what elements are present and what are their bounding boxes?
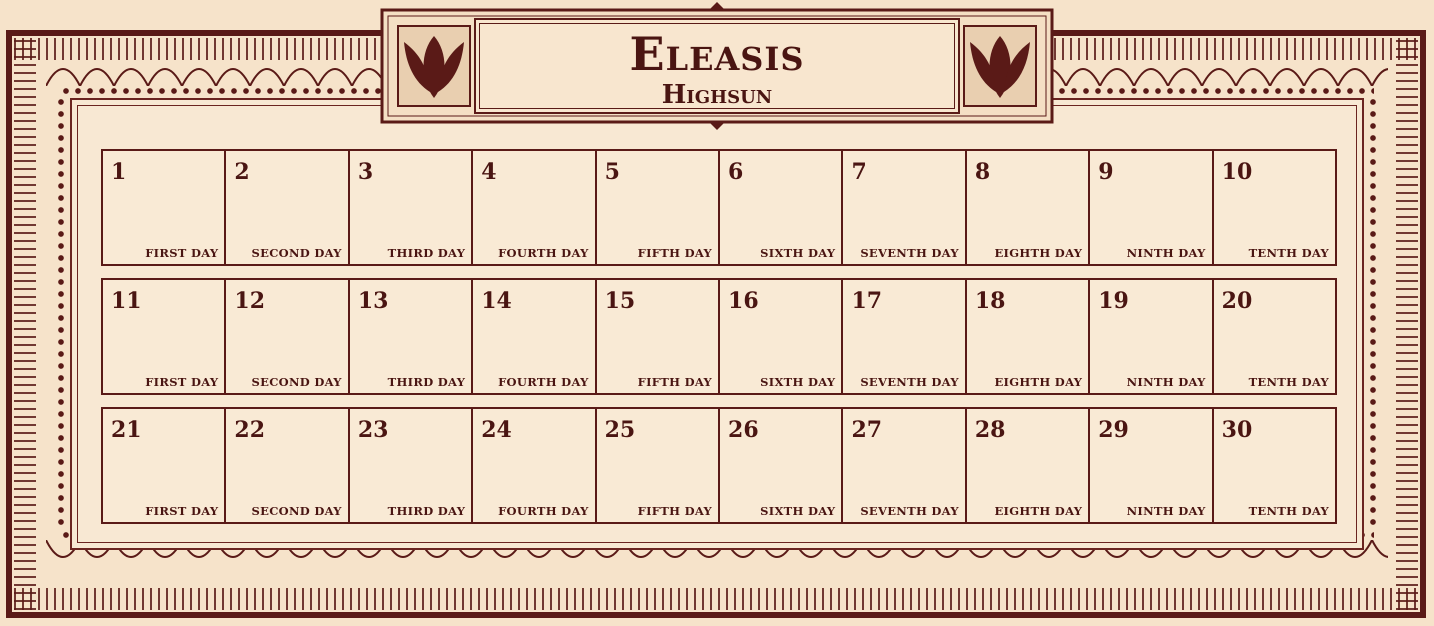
day-name: SIXTH DAY — [760, 504, 836, 518]
week-row: 1 FIRST DAY 2 SECOND DAY 3 THIRD DAY 4 FOURT… — [101, 149, 1337, 266]
day-number: 17 — [851, 288, 883, 314]
day-cell[interactable]: 20 TENTH DAY — [1213, 280, 1336, 393]
day-number: 26 — [728, 417, 759, 443]
day-name: SECOND DAY — [251, 504, 342, 518]
day-cell[interactable]: 3 THIRD DAY — [349, 151, 474, 264]
day-cell[interactable]: 11 FIRST DAY — [103, 280, 227, 393]
title-box: Eleasis Highsun — [474, 18, 960, 114]
week-row: 11 FIRST DAY 12 SECOND DAY 13 THIRD DAY 14 F… — [101, 278, 1337, 395]
day-name: SIXTH DAY — [760, 246, 836, 260]
day-number: 18 — [974, 288, 1006, 314]
day-number: 20 — [1221, 288, 1253, 314]
day-cell[interactable]: 29 NINTH DAY — [1090, 409, 1214, 522]
day-cell[interactable]: 1 FIRST DAY — [103, 151, 227, 264]
day-name: EIGHTH DAY — [994, 504, 1083, 518]
day-cell[interactable]: 27 SEVENTH DAY — [843, 409, 967, 522]
day-cell[interactable]: 4 FOURTH DAY — [473, 151, 597, 264]
day-number: 23 — [357, 417, 389, 443]
day-name: SECOND DAY — [251, 246, 342, 260]
day-cell[interactable]: 10 TENTH DAY — [1213, 151, 1336, 264]
day-number: 5 — [604, 159, 620, 185]
day-cell[interactable]: 28 EIGHTH DAY — [966, 409, 1091, 522]
day-cell[interactable]: 26 SIXTH DAY — [720, 409, 844, 522]
day-name: NINTH DAY — [1126, 246, 1206, 260]
day-cell[interactable]: 2 SECOND DAY — [226, 151, 350, 264]
day-name: FOURTH DAY — [498, 504, 589, 518]
day-cell[interactable]: 22 SECOND DAY — [226, 409, 350, 522]
day-cell[interactable]: 25 FIFTH DAY — [596, 409, 721, 522]
day-name: TENTH DAY — [1248, 246, 1330, 260]
day-number: 15 — [604, 288, 636, 314]
bead-column-left — [56, 96, 66, 530]
day-name: SIXTH DAY — [760, 375, 836, 389]
day-name: SEVENTH DAY — [860, 375, 959, 389]
day-cell[interactable]: 23 THIRD DAY — [349, 409, 474, 522]
day-number: 9 — [1098, 159, 1114, 185]
day-cell[interactable]: 14 FOURTH DAY — [473, 280, 597, 393]
day-cell[interactable]: 6 SIXTH DAY — [720, 151, 844, 264]
day-name: THIRD DAY — [387, 504, 466, 518]
day-name: EIGHTH DAY — [994, 246, 1083, 260]
day-cell[interactable]: 16 SIXTH DAY — [720, 280, 844, 393]
day-number: 6 — [728, 159, 744, 185]
day-name: SECOND DAY — [251, 375, 342, 389]
day-name: FOURTH DAY — [498, 375, 589, 389]
day-cell[interactable]: 5 FIFTH DAY — [596, 151, 721, 264]
day-cell[interactable]: 8 EIGHTH DAY — [966, 151, 1091, 264]
day-number: 27 — [851, 417, 883, 443]
day-cell[interactable]: 21 FIRST DAY — [103, 409, 227, 522]
day-number: 4 — [481, 159, 497, 185]
day-number: 11 — [111, 288, 142, 314]
month-subtitle: Highsun — [661, 80, 773, 110]
day-number: 21 — [111, 417, 142, 443]
day-number: 30 — [1221, 417, 1253, 443]
day-number: 8 — [974, 159, 991, 185]
day-name: FOURTH DAY — [498, 246, 589, 260]
day-number: 13 — [357, 288, 389, 314]
day-name: THIRD DAY — [387, 246, 466, 260]
day-name: FIFTH DAY — [637, 504, 713, 518]
day-name: FIRST DAY — [145, 375, 219, 389]
day-cell[interactable]: 7 SEVENTH DAY — [843, 151, 967, 264]
day-number: 16 — [728, 288, 759, 314]
day-name: FIFTH DAY — [637, 375, 713, 389]
day-number: 1 — [111, 159, 127, 185]
day-cell[interactable]: 24 FOURTH DAY — [473, 409, 597, 522]
day-number: 3 — [357, 159, 374, 185]
calendar-frame: Eleasis Highsun 1 FIRST DAY 2 SECOND DAY 3… — [0, 0, 1434, 626]
day-cell[interactable]: 12 SECOND DAY — [226, 280, 350, 393]
day-number: 22 — [234, 417, 266, 443]
day-name: TENTH DAY — [1248, 504, 1330, 518]
day-cell[interactable]: 13 THIRD DAY — [349, 280, 474, 393]
day-name: NINTH DAY — [1126, 375, 1206, 389]
day-cell[interactable]: 19 NINTH DAY — [1090, 280, 1214, 393]
day-name: FIFTH DAY — [637, 246, 713, 260]
bead-column-right — [1368, 96, 1378, 530]
day-number: 14 — [481, 288, 512, 314]
day-name: SEVENTH DAY — [860, 504, 959, 518]
day-name: FIRST DAY — [145, 246, 219, 260]
day-number: 7 — [851, 159, 867, 185]
day-number: 2 — [234, 159, 250, 185]
day-name: FIRST DAY — [145, 504, 219, 518]
day-number: 24 — [481, 417, 512, 443]
day-number: 28 — [974, 417, 1006, 443]
day-cell[interactable]: 17 SEVENTH DAY — [843, 280, 967, 393]
day-name: EIGHTH DAY — [994, 375, 1083, 389]
day-cell[interactable]: 30 TENTH DAY — [1213, 409, 1336, 522]
day-name: SEVENTH DAY — [860, 246, 959, 260]
day-number: 29 — [1098, 417, 1129, 443]
week-row: 21 FIRST DAY 22 SECOND DAY 23 THIRD DAY 24 F… — [101, 407, 1337, 524]
day-cell[interactable]: 15 FIFTH DAY — [596, 280, 721, 393]
day-cell[interactable]: 18 EIGHTH DAY — [966, 280, 1091, 393]
day-name: TENTH DAY — [1248, 375, 1330, 389]
day-name: NINTH DAY — [1126, 504, 1206, 518]
day-name: THIRD DAY — [387, 375, 466, 389]
month-title: Eleasis — [629, 27, 805, 81]
day-number: 25 — [604, 417, 636, 443]
day-number: 19 — [1098, 288, 1129, 314]
day-cell[interactable]: 9 NINTH DAY — [1090, 151, 1214, 264]
day-number: 12 — [234, 288, 266, 314]
day-number: 10 — [1221, 159, 1253, 185]
